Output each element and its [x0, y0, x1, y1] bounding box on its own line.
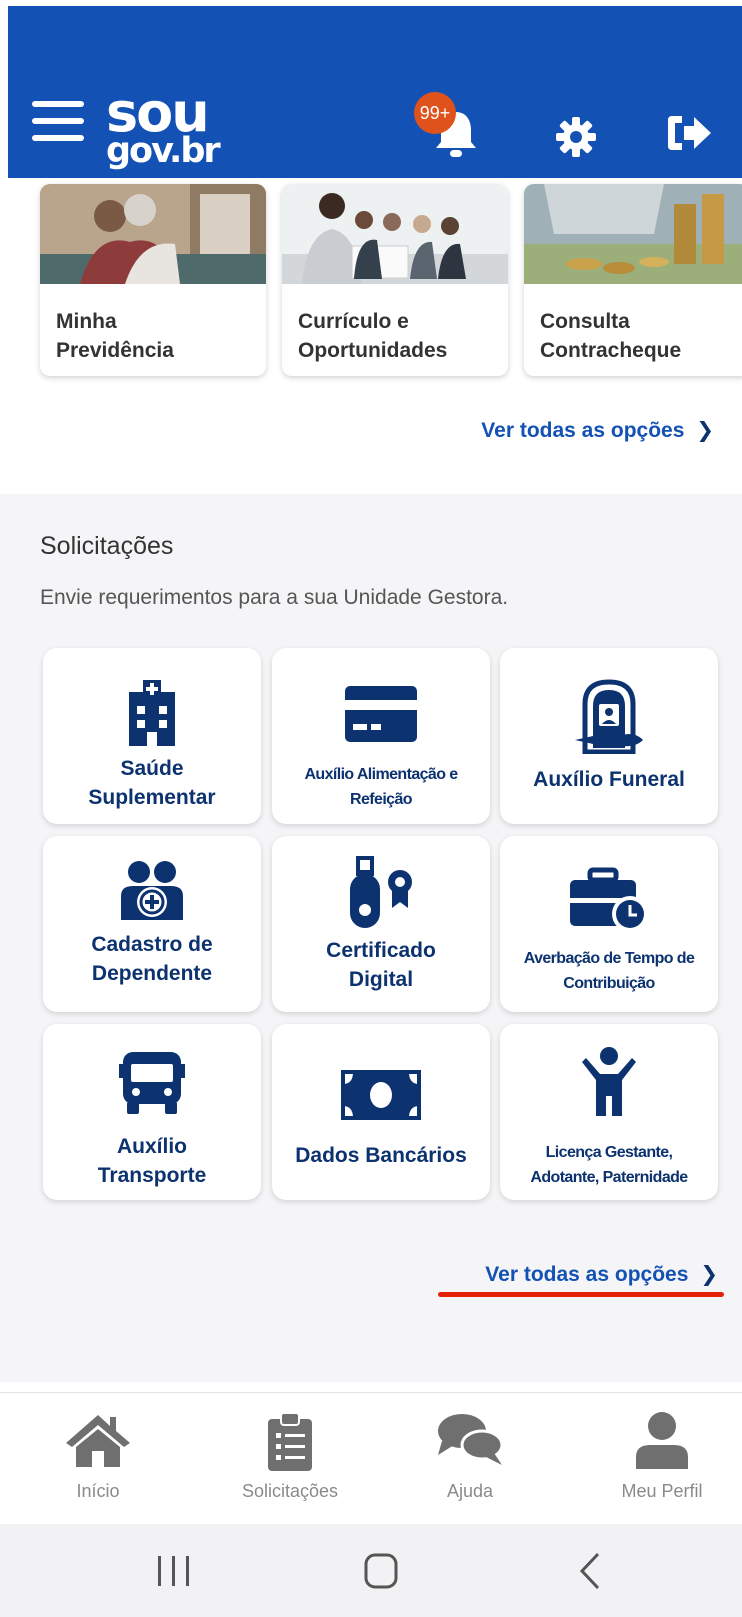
coins-photo: [524, 184, 742, 284]
tile-label: Certificado Digital: [326, 939, 436, 991]
link-label: Ver todas as opções: [481, 419, 685, 442]
tile-auxilio-funeral[interactable]: Auxílio Funeral: [500, 648, 718, 824]
briefcase-clock-icon: [570, 867, 648, 932]
nav-solicitacoes[interactable]: Solicitações: [210, 1393, 370, 1525]
highlight-underline: [438, 1292, 724, 1297]
system-navigation-bar: [0, 1524, 742, 1617]
card-title: Minha Previdência: [56, 310, 174, 362]
link-label: Ver todas as opções: [485, 1263, 689, 1286]
tile-certificado-digital[interactable]: Certificado Digital: [272, 836, 490, 1012]
tile-auxilio-transporte[interactable]: Auxílio Transporte: [43, 1024, 261, 1200]
tile-label: Dados Bancários: [295, 1144, 467, 1167]
home-button-icon[interactable]: [356, 1548, 406, 1596]
chevron-right-icon: ❯: [700, 1263, 718, 1286]
section-title: Solicitações: [40, 532, 174, 560]
tile-label: Auxílio Transporte: [97, 1135, 207, 1187]
hospital-icon: [129, 680, 175, 746]
nav-ajuda[interactable]: Ajuda: [390, 1393, 550, 1525]
tile-dados-bancarios[interactable]: Dados Bancários: [272, 1024, 490, 1200]
tile-auxilio-alimentacao[interactable]: Auxílio Alimentação e Refeição: [272, 648, 490, 824]
logout-icon[interactable]: [664, 112, 714, 154]
tile-label: Cadastro de Dependente: [91, 933, 213, 985]
bottom-navigation: Início Solicitações Ajuda Meu Perfil: [0, 1392, 742, 1524]
tile-label: Saúde Suplementar: [88, 757, 216, 809]
job-interview-photo: [282, 184, 508, 284]
notification-badge: 99+: [414, 92, 456, 134]
nav-inicio[interactable]: Início: [18, 1393, 178, 1525]
chat-icon: [438, 1414, 504, 1465]
tile-label: Averbação de Tempo de Contribuição: [523, 950, 695, 992]
user-icon: [636, 1412, 688, 1469]
card-title: Currículo e Oportunidades: [298, 310, 448, 362]
tile-cadastro-dependente[interactable]: Cadastro de Dependente: [43, 836, 261, 1012]
back-button-icon[interactable]: [568, 1548, 618, 1596]
recent-apps-icon[interactable]: [148, 1548, 198, 1596]
section-subtitle: Envie requerimentos para a sua Unidade G…: [40, 586, 509, 609]
ver-todas-opcoes-link-solicitacoes[interactable]: Ver todas as opções ❯: [485, 1262, 718, 1287]
nav-label: Ajuda: [446, 1481, 494, 1501]
nav-label: Meu Perfil: [621, 1481, 703, 1501]
add-dependent-icon: [121, 861, 183, 920]
nav-label: Início: [76, 1481, 120, 1501]
child-icon: [582, 1047, 636, 1116]
gear-icon[interactable]: [554, 115, 598, 159]
credit-card-icon: [345, 686, 417, 742]
clipboard-icon: [268, 1412, 312, 1471]
chevron-right-icon: ❯: [696, 419, 714, 442]
tile-label: Auxílio Alimentação e Refeição: [304, 766, 458, 808]
certificate-token-icon: [350, 856, 412, 928]
tile-averbacao-tempo[interactable]: Averbação de Tempo de Contribuição: [500, 836, 718, 1012]
card-minha-previdencia[interactable]: Minha Previdência: [40, 184, 266, 376]
card-curriculo-oportunidades[interactable]: Currículo e Oportunidades: [282, 184, 508, 376]
money-bill-icon: [341, 1070, 421, 1120]
tile-label: Licença Gestante, Adotante, Paternidade: [530, 1144, 688, 1186]
sou-gov-logo: sou gov.br: [106, 86, 221, 171]
elderly-couple-photo: [40, 184, 266, 284]
card-title: Consulta Contracheque: [540, 310, 682, 362]
featured-cards-carousel[interactable]: Minha Previdência Currículo e Oportunida…: [0, 178, 742, 398]
nav-meu-perfil[interactable]: Meu Perfil: [582, 1393, 742, 1525]
home-icon: [66, 1415, 130, 1467]
tile-saude-suplementar[interactable]: Saúde Suplementar: [43, 648, 261, 824]
menu-button[interactable]: [32, 101, 84, 147]
tile-licenca-gestante[interactable]: Licença Gestante, Adotante, Paternidade: [500, 1024, 718, 1200]
bus-icon: [119, 1052, 185, 1114]
funeral-icon: [575, 679, 643, 754]
nav-label: Solicitações: [241, 1481, 339, 1501]
logo-line-2: gov.br: [106, 131, 221, 171]
card-consulta-contracheque[interactable]: Consulta Contracheque: [524, 184, 742, 376]
tile-label: Auxílio Funeral: [533, 768, 685, 791]
ver-todas-opcoes-link-featured[interactable]: Ver todas as opções ❯: [481, 418, 714, 443]
app-header: sou gov.br: [8, 6, 742, 178]
